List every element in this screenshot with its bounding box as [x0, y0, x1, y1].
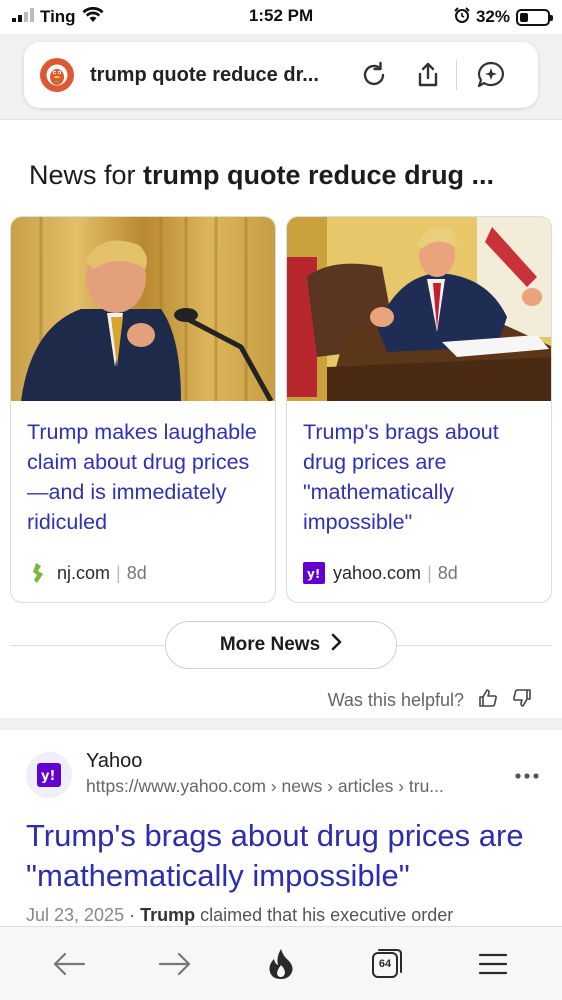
hamburger-menu-icon: [478, 953, 508, 974]
snippet-bold: Trump: [140, 905, 196, 925]
helpful-label: Was this helpful?: [327, 690, 464, 710]
svg-text:y!: y!: [41, 769, 55, 784]
duckduckgo-logo-icon: [40, 58, 74, 92]
more-news-label: More News: [219, 634, 321, 655]
news-card-image: [287, 217, 551, 401]
wifi-icon: [82, 6, 104, 28]
status-left: Ting: [12, 6, 104, 28]
snippet-text: claimed that his executive order: [195, 905, 454, 925]
snippet-separator: ·: [129, 905, 141, 925]
search-query-text[interactable]: trump quote reduce dr...: [90, 64, 340, 87]
ai-chat-icon[interactable]: [471, 55, 511, 95]
news-card-title[interactable]: Trump's brags about drug prices are "mat…: [303, 417, 537, 537]
chevron-right-icon: [330, 633, 342, 657]
yahoo-favicon-icon: y!: [303, 562, 325, 584]
news-heading-query: trump quote reduce drug ...: [143, 160, 495, 190]
svg-text:y!: y!: [307, 567, 320, 581]
thumbs-down-icon[interactable]: [512, 688, 532, 713]
news-card-source: y! yahoo.com | 8d: [303, 562, 458, 584]
feedback-row: Was this helpful?: [328, 688, 532, 713]
news-card[interactable]: Trump makes laughable claim about drug p…: [10, 216, 276, 603]
tab-count: 64: [378, 957, 392, 970]
forward-button[interactable]: [147, 936, 203, 992]
news-card-source-name: yahoo.com: [333, 562, 422, 583]
section-divider: [0, 718, 562, 730]
bottom-toolbar: 64: [0, 926, 562, 1000]
alarm-icon: [454, 6, 470, 28]
news-card-source: nj.com | 8d: [27, 562, 147, 584]
source-separator: |: [427, 562, 432, 583]
news-card-age: 8d: [126, 562, 147, 583]
tabs-icon: 64: [371, 948, 403, 980]
news-card-title[interactable]: Trump makes laughable claim about drug p…: [27, 417, 261, 537]
arrow-right-icon: [158, 952, 191, 975]
signal-icon: [12, 7, 34, 27]
status-time: 1:52 PM: [248, 6, 314, 25]
news-card[interactable]: Trump's brags about drug prices are "mat…: [286, 216, 552, 603]
address-bar[interactable]: trump quote reduce dr...: [24, 42, 538, 108]
menu-button[interactable]: [465, 936, 521, 992]
battery-level: [520, 12, 529, 22]
result-site-name: Yahoo: [86, 750, 143, 772]
battery-icon: [516, 8, 553, 26]
news-heading-prefix: News for: [29, 160, 136, 190]
source-separator: |: [116, 562, 121, 583]
tabs-button[interactable]: 64: [359, 936, 415, 992]
result-url[interactable]: https://www.yahoo.com › news › articles …: [86, 776, 491, 797]
share-icon[interactable]: [408, 55, 448, 95]
carrier-name: Ting: [40, 7, 76, 26]
status-right: 32%: [454, 6, 553, 28]
battery-percent: 32%: [475, 7, 510, 26]
news-card-image: [11, 217, 275, 401]
news-heading: News for trump quote reduce drug ...: [29, 160, 494, 191]
news-card-age: 8d: [437, 562, 458, 583]
reload-icon[interactable]: [354, 55, 394, 95]
nj-favicon-icon: [27, 562, 49, 584]
arrow-left-icon: [53, 952, 86, 975]
result-date: Jul 23, 2025: [26, 905, 125, 925]
news-card-source-name: nj.com: [57, 562, 111, 583]
more-news-button[interactable]: More News: [165, 621, 397, 669]
result-title-link[interactable]: Trump's brags about drug prices are "mat…: [26, 816, 546, 896]
back-button[interactable]: [41, 936, 97, 992]
thumbs-up-icon[interactable]: [478, 688, 498, 713]
fire-button[interactable]: [253, 936, 309, 992]
status-bar: Ting 1:52 PM 32%: [0, 0, 562, 34]
result-snippet: Jul 23, 2025 · Trump claimed that his ex…: [26, 905, 546, 926]
address-separator: [456, 60, 457, 90]
yahoo-result-favicon-icon: y!: [26, 752, 72, 798]
flame-icon: [269, 948, 293, 979]
more-options-icon[interactable]: [514, 760, 540, 786]
browser-top-bar: trump quote reduce dr...: [0, 34, 562, 120]
